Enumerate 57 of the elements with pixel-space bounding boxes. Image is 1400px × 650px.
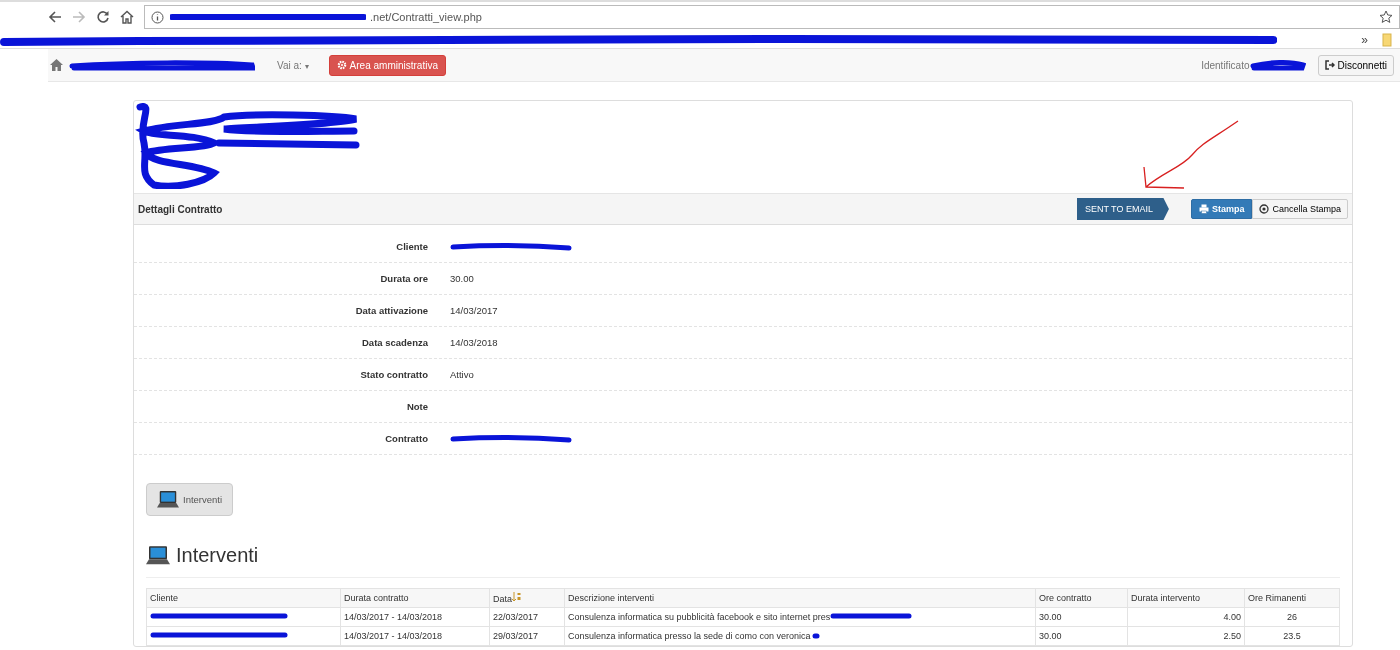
column-header[interactable]: Data — [489, 588, 565, 608]
print-button[interactable]: Stampa — [1190, 199, 1253, 219]
table-cell: 29/03/2017 — [489, 626, 565, 646]
logout-icon — [1324, 60, 1335, 70]
field-label: Durata ore — [379, 273, 428, 284]
column-header[interactable]: Durata intervento — [1127, 588, 1245, 608]
column-header[interactable]: Descrizione interventi — [564, 588, 1036, 608]
section-heading: Interventi — [176, 543, 259, 567]
column-header[interactable]: Ore contratto — [1035, 588, 1128, 608]
goto-dropdown[interactable]: Vai a: ▾ — [271, 58, 315, 72]
field-value: 14/03/2018 — [450, 337, 498, 348]
address-bar[interactable]: .net/Contratti_view.php — [144, 5, 1400, 29]
table-cell: 30.00 — [1035, 626, 1128, 646]
cancel-print-button[interactable]: Cancella Stampa — [1252, 199, 1348, 219]
sort-icon — [512, 591, 521, 602]
admin-area-button[interactable]: Area amministrativa — [328, 54, 446, 76]
table-cell: 22/03/2017 — [489, 607, 565, 627]
table-cell: Consulenza informatica su pubblicità facebook e sito internet pres — [568, 611, 831, 622]
table-cell: 23.5 — [1244, 626, 1340, 646]
field-value: 30.00 — [450, 273, 474, 284]
send-email-button[interactable]: SENT TO EMAIL — [1076, 198, 1169, 220]
home-icon[interactable] — [120, 10, 134, 24]
field-label: Stato contratto — [359, 369, 428, 380]
back-icon[interactable] — [48, 10, 62, 24]
interventions-button[interactable]: Interventi — [146, 483, 234, 516]
column-header[interactable]: Durata contratto — [340, 588, 490, 608]
more-bookmarks-icon[interactable]: » — [1361, 33, 1368, 47]
table-cell: 30.00 — [1035, 607, 1128, 627]
identified-label: Identificato — [1201, 59, 1250, 71]
column-header[interactable]: Cliente — [146, 588, 341, 608]
table-cell: 2.50 — [1127, 626, 1245, 646]
reload-icon[interactable] — [96, 10, 110, 24]
field-label: Note — [405, 401, 428, 412]
table-cell: 26 — [1244, 607, 1340, 627]
panel-title: Dettagli Contratto — [138, 203, 223, 215]
field-label: Contratto — [384, 433, 428, 444]
laptop-icon — [146, 545, 170, 566]
home-icon[interactable] — [50, 59, 63, 71]
table-cell: Consulenza informatica presso la sede di como con veronica — [568, 630, 811, 641]
field-label: Data attivazione — [354, 305, 428, 316]
cancel-circle-icon — [1259, 204, 1270, 214]
field-label: Data scadenza — [361, 337, 428, 348]
table-cell: 14/03/2017 - 14/03/2018 — [340, 626, 490, 646]
printer-icon — [1198, 204, 1209, 214]
info-icon — [151, 10, 164, 24]
gear-icon — [336, 60, 347, 70]
url-text: .net/Contratti_view.php — [370, 11, 482, 23]
column-header[interactable]: Ore Rimanenti — [1244, 588, 1340, 608]
laptop-icon — [157, 490, 179, 509]
table-cell: 4.00 — [1127, 607, 1245, 627]
table-cell: 14/03/2017 - 14/03/2018 — [340, 607, 490, 627]
logout-button[interactable]: Disconnetti — [1317, 54, 1394, 76]
star-icon[interactable] — [1379, 10, 1393, 24]
field-value: 14/03/2017 — [450, 305, 498, 316]
field-label: Cliente — [395, 241, 428, 252]
scribble-drawing — [1249, 59, 1306, 71]
field-value: Attivo — [450, 369, 474, 380]
